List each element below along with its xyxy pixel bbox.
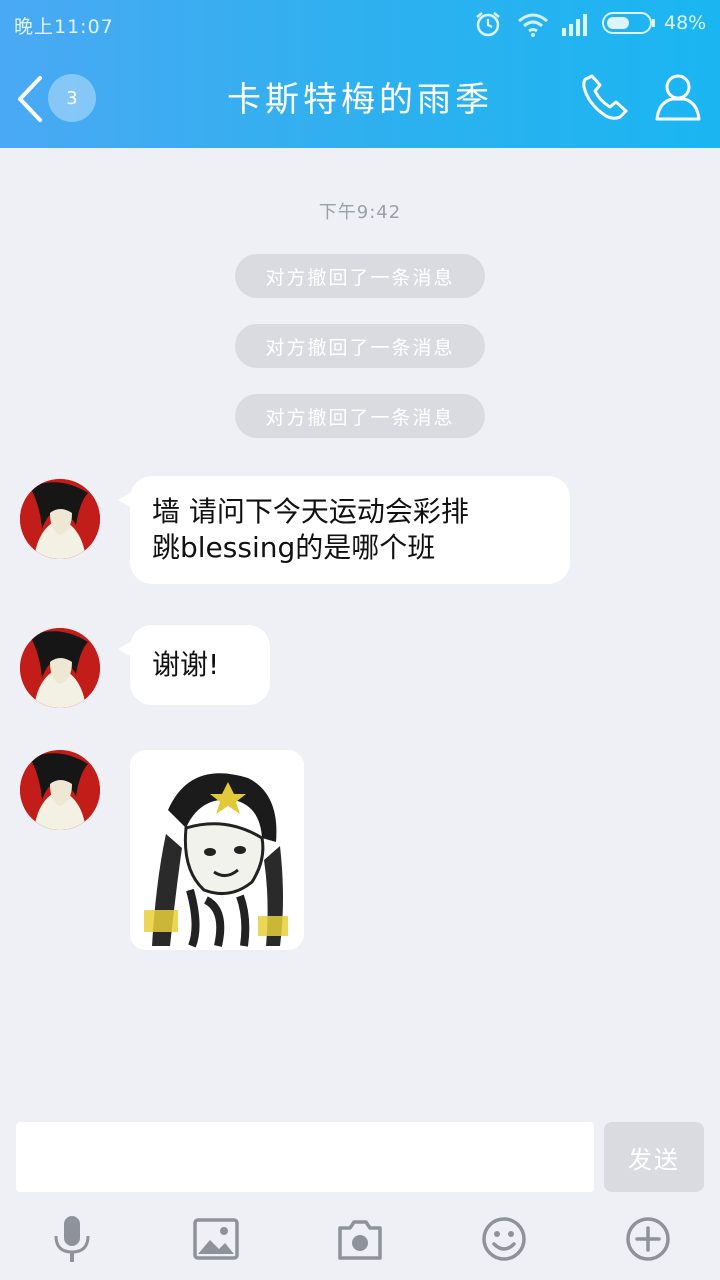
- battery-percent: 48%: [664, 12, 707, 34]
- sender-avatar[interactable]: [20, 479, 100, 559]
- profile-icon[interactable]: [654, 72, 702, 122]
- microphone-icon[interactable]: [48, 1214, 96, 1264]
- message-text-line: 墙 请问下今天运动会彩排: [152, 495, 469, 528]
- emoji-icon[interactable]: [480, 1214, 528, 1264]
- message-bubble[interactable]: 谢谢!: [118, 625, 270, 705]
- send-button[interactable]: 发送: [604, 1122, 704, 1192]
- message-input[interactable]: [16, 1122, 594, 1192]
- image-icon[interactable]: [192, 1214, 240, 1264]
- battery-icon: [602, 12, 655, 34]
- wifi-icon: [518, 13, 548, 37]
- unread-badge[interactable]: 3: [48, 74, 96, 122]
- chat-header: 晚上11:07 48% 3 卡斯特梅的雨季: [0, 0, 720, 148]
- message-text-line: 跳blessing的是哪个班: [152, 531, 436, 564]
- status-bar: 晚上11:07 48%: [0, 0, 720, 48]
- sender-avatar[interactable]: [20, 628, 100, 708]
- recalled-notice: 对方撤回了一条消息: [235, 394, 485, 438]
- sender-avatar[interactable]: [20, 750, 100, 830]
- recalled-notice: 对方撤回了一条消息: [235, 324, 485, 368]
- chat-title: 卡斯特梅的雨季: [227, 80, 493, 120]
- plus-icon[interactable]: [624, 1214, 672, 1264]
- signal-icon: [562, 14, 587, 36]
- phone-icon[interactable]: [580, 74, 630, 122]
- message-bubble[interactable]: 墙 请问下今天运动会彩排 跳blessing的是哪个班: [118, 476, 570, 584]
- sticker-image[interactable]: [130, 750, 304, 950]
- status-time: 晚上11:07: [14, 16, 114, 38]
- message-timestamp: 下午9:42: [318, 202, 402, 223]
- message-text: 谢谢!: [152, 648, 220, 681]
- camera-icon[interactable]: [336, 1214, 384, 1264]
- back-chevron-icon[interactable]: [12, 74, 48, 124]
- recalled-notice: 对方撤回了一条消息: [235, 254, 485, 298]
- alarm-icon: [476, 12, 500, 37]
